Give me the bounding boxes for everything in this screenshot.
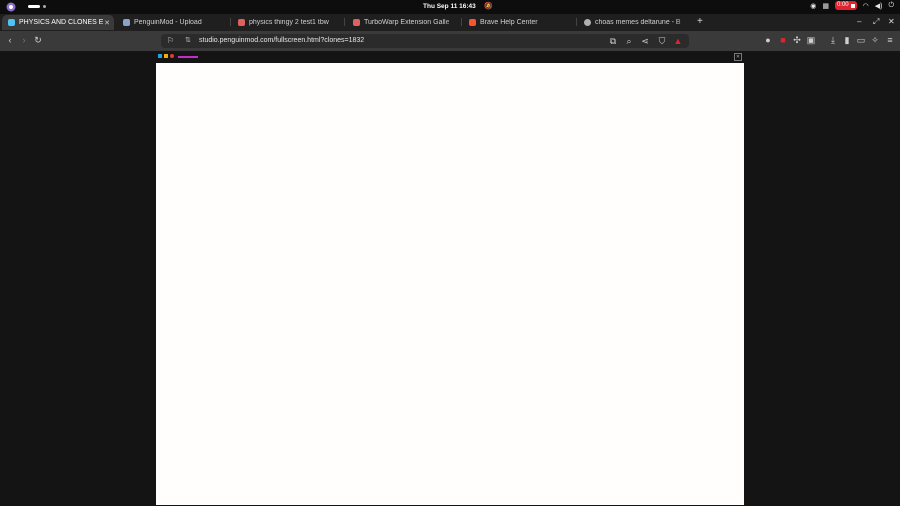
tab-title: Brave Help Center — [480, 19, 538, 26]
tab-separator — [230, 18, 231, 26]
leo-ai-icon[interactable]: ✧ — [870, 35, 880, 45]
grid-app-icon[interactable]: ▦ — [822, 2, 829, 10]
pause-icon[interactable] — [164, 54, 168, 58]
brave-shields-icon[interactable]: ⛉ — [657, 36, 667, 46]
tab-title: TurboWarp Extension Galle — [364, 19, 450, 26]
workspace-active[interactable] — [28, 5, 40, 8]
tab-brave-help-center[interactable]: Brave Help Center — [463, 15, 575, 30]
volume-icon[interactable]: ◀) — [875, 2, 883, 10]
tab-favicon-icon — [8, 19, 15, 26]
stop-recording-icon — [850, 3, 855, 8]
stage-controls: ✕ — [156, 52, 744, 63]
tab-fade — [676, 15, 690, 30]
tab-turbowarp-extension-gallery[interactable]: TurboWarp Extension Galle — [347, 15, 459, 30]
tab-choas-memes-deltarune[interactable]: choas memes deltarune - B — [578, 15, 690, 30]
turbowarp-favicon-icon — [353, 19, 360, 26]
tab-strip: PHYSICS AND CLONES E ✕ PenguinMod - Uplo… — [0, 14, 900, 31]
tab-separator — [461, 18, 462, 26]
new-tab-button[interactable]: + — [697, 16, 703, 27]
wifi-icon[interactable]: ◠ — [863, 2, 869, 10]
project-stage[interactable] — [156, 63, 744, 505]
steam-icon[interactable]: ◉ — [810, 2, 816, 10]
brave-favicon-icon — [469, 19, 476, 26]
folder-favicon-icon — [123, 19, 130, 26]
close-window-button[interactable]: ✕ — [888, 17, 895, 26]
tab-favicon-icon — [584, 19, 591, 26]
address-bar[interactable]: ⚐ ⇅ studio.penguinmod.com/fullscreen.htm… — [161, 34, 689, 48]
notifications-muted-icon[interactable]: 🔕 — [484, 2, 493, 10]
downloads-icon[interactable]: ⤓ — [828, 35, 838, 45]
os-logo-icon[interactable] — [6, 2, 16, 12]
back-button[interactable]: ‹ — [5, 35, 15, 45]
tab-physics-and-clones[interactable]: PHYSICS AND CLONES E ✕ — [2, 15, 114, 30]
turbowarp-favicon-icon — [238, 19, 245, 26]
extension-mouse-icon[interactable]: ● — [763, 35, 773, 45]
system-top-bar: Thu Sep 11 16:43 🔕 ◉ ▦ 0:00 ◠ ◀) ⏻ — [0, 0, 900, 14]
screenshot-icon[interactable]: ▣ — [806, 35, 816, 45]
stop-icon[interactable] — [170, 54, 174, 58]
minimize-window-button[interactable]: – — [857, 17, 861, 26]
tab-fade — [445, 15, 459, 30]
tab-title: choas memes deltarune - B — [595, 19, 681, 26]
close-tab-icon[interactable]: ✕ — [104, 19, 110, 27]
sidebar-icon[interactable]: ▮ — [842, 35, 852, 45]
power-icon[interactable]: ⏻ — [888, 2, 894, 10]
site-info-icon[interactable]: ⇅ — [185, 36, 191, 44]
stage-progress-line — [178, 56, 198, 58]
tab-title: physics thingy 2 test1 tbw — [249, 19, 329, 26]
tab-physics-thingy[interactable]: physics thingy 2 test1 tbw — [232, 15, 342, 30]
extension-red-icon[interactable]: ■ — [778, 35, 788, 45]
bookmark-icon[interactable]: ⚐ — [167, 36, 174, 45]
system-clock[interactable]: Thu Sep 11 16:43 — [423, 3, 476, 10]
recording-time: 0:00 — [836, 2, 849, 8]
exit-fullscreen-icon[interactable]: ✕ — [734, 53, 742, 61]
restore-window-button[interactable]: ⤢ — [873, 17, 879, 27]
menu-icon[interactable]: ≡ — [885, 35, 895, 45]
url-text[interactable]: studio.penguinmod.com/fullscreen.html?cl… — [199, 37, 364, 44]
tab-separator — [344, 18, 345, 26]
tab-penguinmod-upload[interactable]: PenguinMod - Upload — [117, 15, 229, 30]
green-flag-icon[interactable] — [158, 54, 162, 58]
open-external-icon[interactable]: ⧉ — [608, 36, 618, 46]
tab-title: PHYSICS AND CLONES E — [19, 19, 104, 26]
zoom-icon[interactable]: ⌕ — [624, 36, 634, 46]
extensions-puzzle-icon[interactable]: ✣ — [792, 35, 802, 45]
tab-fade — [328, 15, 342, 30]
share-icon[interactable]: ⋖ — [640, 36, 650, 46]
workspace-indicator[interactable] — [28, 5, 46, 8]
browser-toolbar: ‹ › ↻ ⚐ ⇅ studio.penguinmod.com/fullscre… — [0, 31, 900, 51]
brave-rewards-icon[interactable]: ▲ — [673, 36, 683, 46]
reload-button[interactable]: ↻ — [33, 35, 43, 45]
screen-recording-indicator[interactable]: 0:00 — [834, 1, 857, 10]
tab-separator — [576, 18, 577, 26]
wallet-icon[interactable]: ▭ — [856, 35, 866, 45]
system-tray: ◉ ▦ 0:00 ◠ ◀) ⏻ — [810, 1, 894, 10]
tab-title: PenguinMod - Upload — [134, 19, 202, 26]
workspace-dot[interactable] — [43, 5, 46, 8]
forward-button[interactable]: › — [19, 35, 29, 45]
